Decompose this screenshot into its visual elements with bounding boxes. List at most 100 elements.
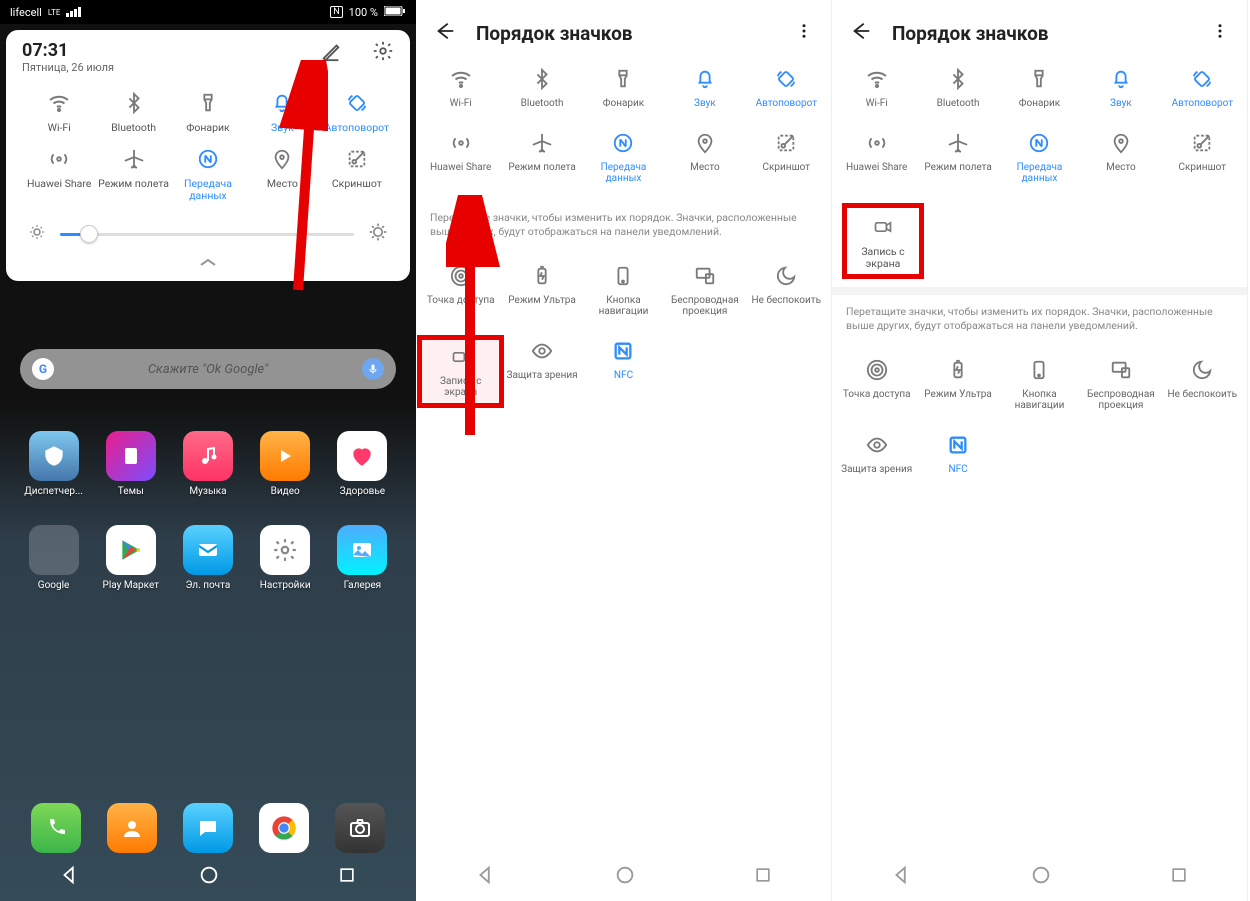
toggle-nfc[interactable]: NFC: [917, 432, 998, 476]
toggle-cast[interactable]: Беспроводная проекция: [1080, 357, 1161, 412]
toggle-data[interactable]: Передача данных: [583, 130, 664, 185]
app-video[interactable]: Видео: [250, 431, 321, 497]
toggle-ultra[interactable]: Режим Ультра: [501, 263, 582, 318]
app-gallery[interactable]: Галерея: [327, 525, 398, 591]
app-phone[interactable]: [18, 803, 94, 853]
toggle-sound[interactable]: Звук: [664, 66, 745, 110]
nav-home-icon[interactable]: [198, 864, 220, 890]
google-search-bar[interactable]: G Скажите "Ok Google": [20, 349, 396, 389]
toggle-dnd[interactable]: Не беспокоить: [1162, 357, 1243, 412]
toggle-navbtn[interactable]: Кнопка навигации: [999, 357, 1080, 412]
nav-back-icon[interactable]: [59, 864, 81, 890]
nav-button-icon: [1026, 357, 1052, 383]
toggle-flashlight[interactable]: Фонарик: [583, 66, 664, 110]
toggle-airplane[interactable]: Режим полета: [501, 130, 582, 185]
app-contacts[interactable]: [94, 803, 170, 853]
toggle-navbtn[interactable]: Кнопка навигации: [583, 263, 664, 318]
back-icon[interactable]: [434, 20, 456, 46]
hint-text: Перетащите значки, чтобы изменить их пор…: [832, 295, 1247, 347]
toggle-label: Скриншот: [332, 178, 382, 190]
nav-back-icon[interactable]: [891, 864, 913, 890]
toggle-autorotate[interactable]: Автоповорот: [1162, 66, 1243, 110]
toggle-screenshot[interactable]: Скриншот: [746, 130, 827, 185]
toggle-sound[interactable]: Звук: [1080, 66, 1161, 110]
toggle-flashlight[interactable]: Фонарик: [999, 66, 1080, 110]
app-label: Google: [38, 580, 70, 591]
toggle-autorotate[interactable]: Автоповорот: [320, 90, 394, 134]
kebab-menu-icon[interactable]: [1211, 22, 1229, 44]
toggle-nfc[interactable]: NFC: [583, 338, 664, 405]
toggle-airplane[interactable]: Режим полета: [96, 146, 170, 202]
app-themes[interactable]: Темы: [95, 431, 166, 497]
mic-icon[interactable]: [362, 358, 384, 380]
page-title: Порядок значков: [892, 22, 1191, 45]
moon-icon: [1189, 357, 1215, 383]
nav-home-icon[interactable]: [614, 864, 636, 890]
airplane-icon: [529, 130, 555, 156]
app-settings[interactable]: Настройки: [250, 525, 321, 591]
scissors-icon: [1189, 130, 1215, 156]
app-messages[interactable]: [170, 803, 246, 853]
toggle-ultra[interactable]: Режим Ультра: [917, 357, 998, 412]
toggle-screenshot[interactable]: Скриншот: [320, 146, 394, 202]
hotspot-icon: [864, 357, 890, 383]
app-google-folder[interactable]: Google: [18, 525, 89, 591]
toggle-label: Скриншот: [763, 162, 811, 174]
app-music[interactable]: Музыка: [172, 431, 243, 497]
toggle-airplane[interactable]: Режим полета: [917, 130, 998, 185]
app-label: Галерея: [344, 580, 381, 591]
gear-icon[interactable]: [372, 40, 394, 66]
toggle-wifi[interactable]: Wi-Fi: [420, 66, 501, 110]
share-icon: [864, 130, 890, 156]
toggle-bluetooth[interactable]: Bluetooth: [501, 66, 582, 110]
slider-thumb[interactable]: [80, 225, 98, 243]
nav-recent-icon[interactable]: [753, 865, 773, 889]
toggle-autorotate[interactable]: Автоповорот: [746, 66, 827, 110]
toggle-huaweishare[interactable]: Huawei Share: [836, 130, 917, 185]
back-icon[interactable]: [850, 20, 872, 46]
nav-home-icon[interactable]: [1030, 864, 1052, 890]
edit-icon[interactable]: [320, 40, 342, 66]
toggle-location[interactable]: Место: [664, 130, 745, 185]
flashlight-icon: [195, 90, 221, 116]
kebab-menu-icon[interactable]: [795, 22, 813, 44]
chevron-down-icon[interactable]: [22, 250, 394, 273]
nav-recent-icon[interactable]: [1169, 865, 1189, 889]
toggle-eyecare[interactable]: Защита зрения: [836, 432, 917, 476]
toggle-data[interactable]: Передача данных: [999, 130, 1080, 185]
toggle-eyecare[interactable]: Защита зрения: [501, 338, 582, 405]
toggle-grid-top: Wi-Fi Bluetooth Фонарик Звук Автоповорот…: [832, 56, 1247, 201]
wifi-icon: [448, 66, 474, 92]
toggle-label: Фонарик: [1019, 98, 1060, 110]
toggle-screenrecord[interactable]: Запись с экрана: [420, 338, 501, 405]
brightness-slider[interactable]: [60, 233, 354, 236]
toggle-wifi[interactable]: Wi-Fi: [22, 90, 96, 134]
toggle-label: Место: [690, 162, 720, 174]
toggle-hotspot[interactable]: Точка доступа: [836, 357, 917, 412]
toggle-bluetooth[interactable]: Bluetooth: [917, 66, 998, 110]
toggle-screenshot[interactable]: Скриншот: [1162, 130, 1243, 185]
app-health[interactable]: Здоровье: [327, 431, 398, 497]
toggle-location[interactable]: Место: [245, 146, 319, 202]
wifi-icon: [46, 90, 72, 116]
nav-back-icon[interactable]: [475, 864, 497, 890]
app-manager[interactable]: Диспетчер...: [18, 431, 89, 497]
toggle-hotspot[interactable]: Точка доступа: [420, 263, 501, 318]
toggle-flashlight[interactable]: Фонарик: [171, 90, 245, 134]
toggle-sound[interactable]: Звук: [245, 90, 319, 134]
nav-recent-icon[interactable]: [337, 865, 357, 889]
toggle-huaweishare[interactable]: Huawei Share: [22, 146, 96, 202]
nfc-indicator: N: [330, 6, 342, 18]
app-play[interactable]: Play Маркет: [95, 525, 166, 591]
toggle-huaweishare[interactable]: Huawei Share: [420, 130, 501, 185]
toggle-bluetooth[interactable]: Bluetooth: [96, 90, 170, 134]
app-camera[interactable]: [322, 803, 398, 853]
toggle-screenrecord-moved[interactable]: Запись с экрана: [842, 203, 924, 279]
app-mail[interactable]: Эл. почта: [172, 525, 243, 591]
toggle-cast[interactable]: Беспроводная проекция: [664, 263, 745, 318]
toggle-data[interactable]: Передача данных: [171, 146, 245, 202]
app-chrome[interactable]: [246, 803, 322, 853]
toggle-wifi[interactable]: Wi-Fi: [836, 66, 917, 110]
toggle-location[interactable]: Место: [1080, 130, 1161, 185]
toggle-dnd[interactable]: Не беспокоить: [746, 263, 827, 318]
